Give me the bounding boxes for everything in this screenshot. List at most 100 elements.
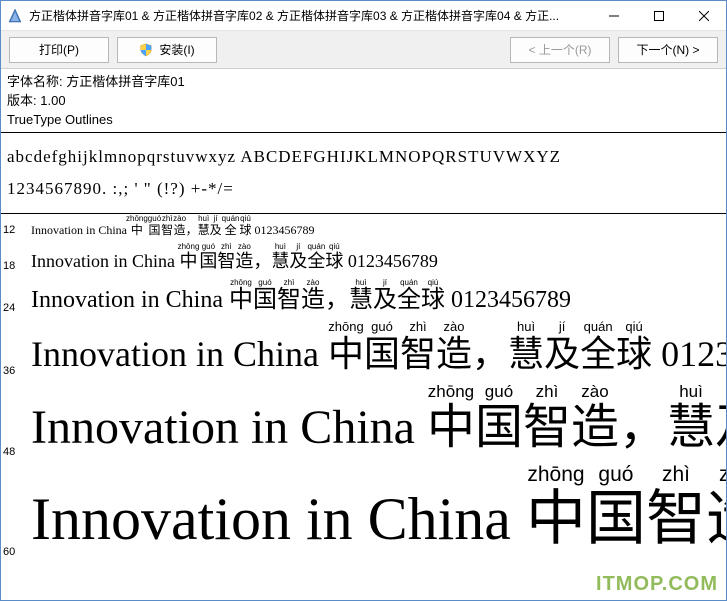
sample-comma: ， (325, 287, 349, 313)
cjk-char: 造zào (235, 251, 253, 271)
toolbar: 打印(P) 安装(I) < 上一个(R) 下一个(N) > (1, 31, 726, 69)
sample-comma: ， (186, 223, 198, 237)
cjk-char: 造zào (173, 223, 185, 237)
cjk-char: 慧huì (667, 401, 715, 454)
install-label: 安装(I) (159, 41, 194, 58)
install-button[interactable]: 安装(I) (117, 37, 217, 63)
cjk-char: 球qiú (239, 223, 251, 237)
shield-icon (139, 43, 153, 57)
cjk-char: 中zhōng (130, 223, 148, 237)
cjk-char: 球qiú (421, 287, 445, 313)
charset-block: abcdefghijklmnopqrstuvwxyz ABCDEFGHIJKLM… (1, 133, 726, 215)
cjk-char: 造zào (301, 287, 325, 313)
cjk-char: 智zhì (217, 251, 235, 271)
cjk-char: 国guó (199, 251, 217, 271)
sample-list: 12Innovation in China 中zhōng国guó智zhì造zào… (1, 214, 726, 564)
sample-size-label: 12 (1, 224, 25, 242)
cjk-char: 慧huì (198, 223, 210, 237)
sample-size-label: 60 (1, 546, 25, 564)
sample-text: Innovation in China 中zhōng国guó智zhì造zào，慧… (25, 464, 726, 564)
sample-text: Innovation in China 中zhōng国guó智zhì造zào，慧… (25, 383, 726, 465)
sample-size-label: 36 (1, 365, 25, 383)
cjk-char: 造zào (436, 334, 472, 374)
sample-row: 18Innovation in China 中zhōng国guó智zhì造zào… (1, 242, 726, 277)
cjk-char: 国guó (148, 223, 161, 237)
sample-text: Innovation in China 中zhōng国guó智zhì造zào，慧… (25, 242, 438, 277)
sample-text: Innovation in China 中zhōng国guó智zhì造zào，慧… (25, 214, 315, 242)
sample-digits: 0123456789 (445, 287, 571, 313)
prev-button[interactable]: < 上一个(R) (510, 37, 610, 63)
sample-comma: ， (619, 401, 667, 454)
cjk-char: 国guó (586, 486, 646, 552)
print-button[interactable]: 打印(P) (9, 37, 109, 63)
sample-english: Innovation in China (31, 401, 427, 454)
cjk-char: 及jí (210, 223, 222, 237)
sample-comma: ， (472, 334, 508, 374)
close-button[interactable] (681, 1, 726, 30)
cjk-char: 全quán (580, 334, 616, 374)
font-version-label: 版本: (7, 93, 37, 108)
cjk-char: 中zhōng (427, 401, 475, 454)
cjk-char: 全quán (307, 251, 325, 271)
cjk-char: 及jí (544, 334, 580, 374)
cjk-char: 中zhōng (328, 334, 364, 374)
font-name-row: 字体名称: 方正楷体拼音字库01 (7, 73, 720, 92)
cjk-char: 球qiú (325, 251, 343, 271)
watermark: ITMOP.COM (596, 573, 718, 596)
cjk-char: 中zhōng (229, 287, 253, 313)
cjk-char: 造zào (571, 401, 619, 454)
sample-english: Innovation in China (31, 334, 328, 374)
cjk-char: 国guó (253, 287, 277, 313)
sample-english: Innovation in China (31, 287, 229, 313)
sample-text: Innovation in China 中zhōng国guó智zhì造zào，慧… (25, 320, 726, 383)
cjk-char: 慧huì (508, 334, 544, 374)
sample-row: 12Innovation in China 中zhōng国guó智zhì造zào… (1, 214, 726, 242)
sample-english: Innovation in China (31, 251, 179, 271)
cjk-char: 国guó (475, 401, 523, 454)
font-name-value: 方正楷体拼音字库01 (66, 74, 184, 89)
next-label: 下一个(N) > (636, 41, 699, 58)
cjk-char: 中zhōng (526, 486, 586, 552)
prev-label: < 上一个(R) (528, 41, 591, 58)
sample-row: 36Innovation in China 中zhōng国guó智zhì造zào… (1, 320, 726, 383)
font-outlines: TrueType Outlines (7, 111, 720, 130)
cjk-char: 全quán (397, 287, 421, 313)
font-info: 字体名称: 方正楷体拼音字库01 版本: 1.00 TrueType Outli… (1, 69, 726, 133)
cjk-char: 智zhì (523, 401, 571, 454)
app-icon (7, 8, 23, 24)
minimize-button[interactable] (591, 1, 636, 30)
cjk-char: 智zhì (400, 334, 436, 374)
window-title: 方正楷体拼音字库01 & 方正楷体拼音字库02 & 方正楷体拼音字库03 & 方… (29, 7, 591, 24)
cjk-char: 及jí (715, 401, 726, 454)
close-icon (699, 11, 709, 21)
cjk-char: 慧huì (271, 251, 289, 271)
next-button[interactable]: 下一个(N) > (618, 37, 718, 63)
cjk-char: 全quán (222, 223, 240, 237)
cjk-char: 智zhì (646, 486, 706, 552)
sample-row: 48Innovation in China 中zhōng国guó智zhì造zào… (1, 383, 726, 465)
sample-row: 60Innovation in China 中zhōng国guó智zhì造zào… (1, 464, 726, 564)
cjk-char: 智zhì (277, 287, 301, 313)
cjk-char: 智zhì (161, 223, 173, 237)
cjk-char: 慧huì (349, 287, 373, 313)
minimize-icon (609, 11, 619, 21)
sample-size-label: 24 (1, 302, 25, 320)
sample-digits: 0123456789 (251, 223, 314, 237)
font-version-row: 版本: 1.00 (7, 92, 720, 111)
cjk-char: 国guó (364, 334, 400, 374)
sample-english: Innovation in China (31, 223, 130, 237)
maximize-icon (654, 11, 664, 21)
charset-digits-symbols: 1234567890. :,; ' " (!?) +-*/= (7, 173, 720, 205)
sample-english: Innovation in China (31, 486, 526, 552)
sample-size-label: 18 (1, 260, 25, 278)
cjk-char: 及jí (289, 251, 307, 271)
cjk-char: 球qiú (616, 334, 652, 374)
sample-comma: ， (253, 251, 271, 271)
maximize-button[interactable] (636, 1, 681, 30)
sample-digits: 0123456789 (343, 251, 438, 271)
sample-digits: 0123456789 (652, 334, 726, 374)
sample-size-label: 48 (1, 446, 25, 464)
sample-text: Innovation in China 中zhōng国guó智zhì造zào，慧… (25, 278, 571, 320)
titlebar: 方正楷体拼音字库01 & 方正楷体拼音字库02 & 方正楷体拼音字库03 & 方… (1, 1, 726, 31)
font-name-label: 字体名称: (7, 74, 63, 89)
